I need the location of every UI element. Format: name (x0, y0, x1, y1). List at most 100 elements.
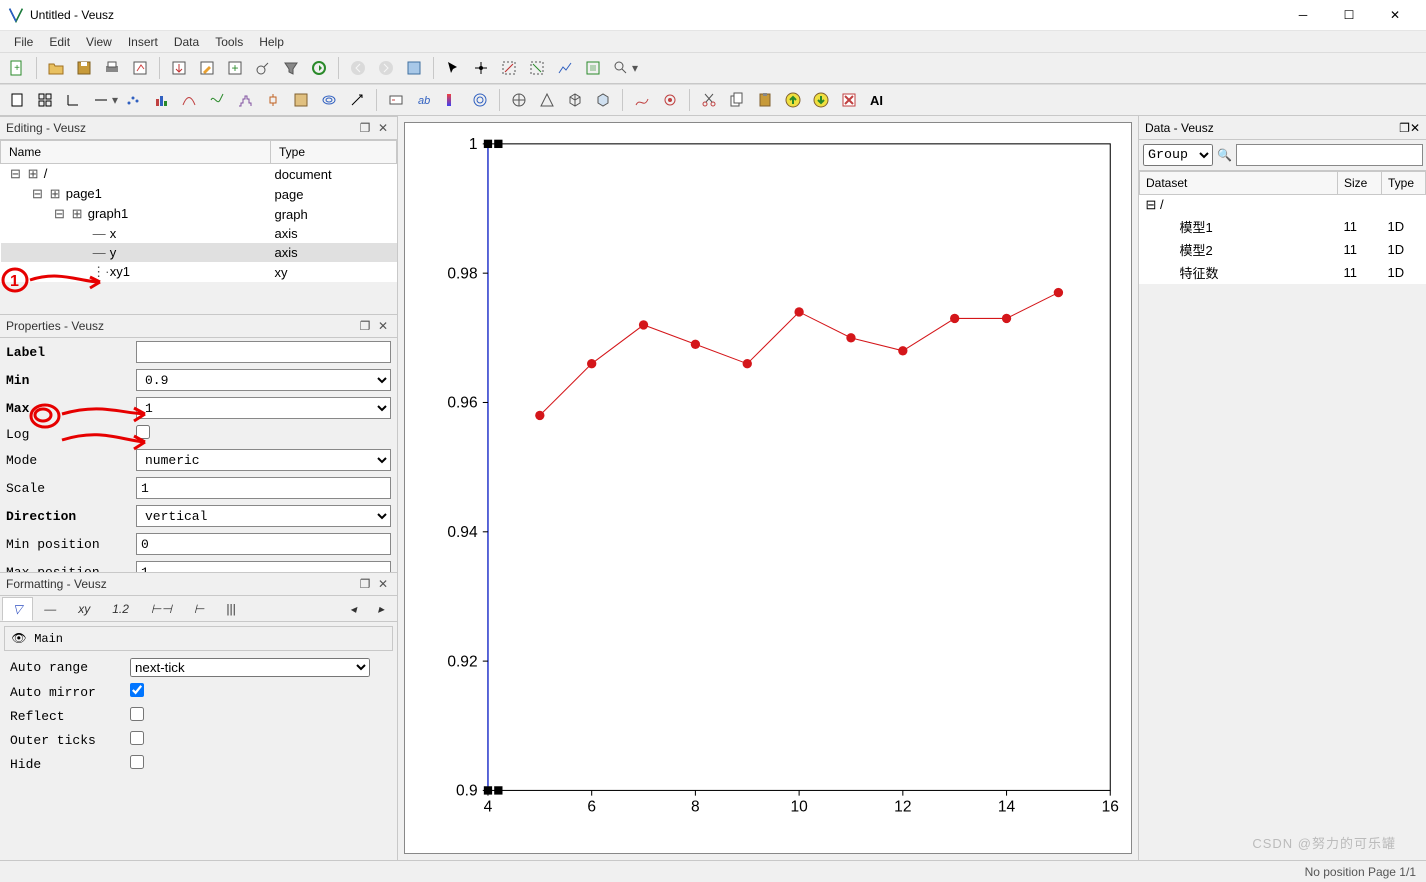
editing-undock-icon[interactable]: ❐ (357, 120, 373, 136)
maximize-button[interactable]: ☐ (1326, 0, 1372, 30)
add-xy-button[interactable] (120, 87, 146, 113)
add-grid-button[interactable] (32, 87, 58, 113)
data-group-select[interactable]: Group (1143, 144, 1213, 166)
menu-insert[interactable]: Insert (120, 33, 166, 51)
minimize-button[interactable]: ─ (1280, 0, 1326, 30)
add-axis-button[interactable] (88, 87, 114, 113)
prop-Max-select[interactable]: 1 (136, 397, 391, 419)
add-image-button[interactable] (288, 87, 314, 113)
new-doc-button[interactable]: + (4, 55, 30, 81)
reset-zoom-button[interactable] (580, 55, 606, 81)
add-colorbar-button[interactable] (439, 87, 465, 113)
data-col-type[interactable]: Type (1382, 172, 1426, 195)
dataset-row[interactable]: 特征数111D (1140, 261, 1426, 284)
tree-row-x[interactable]: — xaxis (1, 224, 397, 243)
prop-Direction-select[interactable]: vertical (136, 505, 391, 527)
zoom-graph-button[interactable] (496, 55, 522, 81)
delete-button[interactable] (836, 87, 862, 113)
menu-tools[interactable]: Tools (207, 33, 251, 51)
chart-canvas[interactable]: 468101214160.90.920.940.960.981 (405, 123, 1131, 853)
fmt-tab-line[interactable]: — (33, 597, 67, 621)
dataset-table[interactable]: Dataset Size Type ⊟ /模型1111D模型2111D特征数11… (1139, 171, 1426, 284)
export-button[interactable] (127, 55, 153, 81)
fmt-tab-label[interactable]: xy (67, 597, 101, 621)
data-col-size[interactable]: Size (1338, 172, 1382, 195)
next-page-button[interactable] (373, 55, 399, 81)
fmt-Reflect-check[interactable] (130, 707, 144, 721)
add-function-button[interactable] (204, 87, 230, 113)
zoom-dropdown-icon[interactable]: ▾ (632, 61, 638, 75)
editing-close-icon[interactable]: ✕ (375, 120, 391, 136)
add-ternary-button[interactable] (534, 87, 560, 113)
formatting-undock-icon[interactable]: ❐ (357, 576, 373, 592)
open-button[interactable] (43, 55, 69, 81)
move-up-button[interactable] (780, 87, 806, 113)
add-label-button[interactable]: ab (411, 87, 437, 113)
capture-button[interactable] (250, 55, 276, 81)
fmt-Outer ticks-check[interactable] (130, 731, 144, 745)
data-undock-icon[interactable]: ❐ (1399, 121, 1410, 135)
read-point-button[interactable] (468, 55, 494, 81)
prev-page-button[interactable] (345, 55, 371, 81)
add-page-button[interactable] (4, 87, 30, 113)
add-histogram-button[interactable] (232, 87, 258, 113)
select-tool-button[interactable] (440, 55, 466, 81)
tree-row-y[interactable]: — yaxis (1, 243, 397, 262)
tree-col-name[interactable]: Name (1, 141, 271, 164)
add-file-button[interactable] (657, 87, 683, 113)
fmt-tab-main[interactable]: ▽ (2, 597, 33, 621)
filter-button[interactable] (278, 55, 304, 81)
prop-Mode-select[interactable]: numeric (136, 449, 391, 471)
fmt-Hide-check[interactable] (130, 755, 144, 769)
axis-dropdown-icon[interactable]: ▾ (112, 93, 118, 107)
tree-col-type[interactable]: Type (271, 141, 397, 164)
data-close-icon[interactable]: ✕ (1410, 121, 1420, 135)
eye-icon[interactable]: 👁 (11, 631, 27, 646)
copy-button[interactable] (724, 87, 750, 113)
widget-tree[interactable]: Name Type ⊟ ⊞ /document⊟ ⊞ page1page⊟ ⊞ … (0, 140, 397, 282)
add-vector-button[interactable] (344, 87, 370, 113)
menu-view[interactable]: View (78, 33, 120, 51)
fmt-tab-ticklabels[interactable]: 1.2 (101, 597, 140, 621)
add-covariance-button[interactable] (467, 87, 493, 113)
add-key-button[interactable] (383, 87, 409, 113)
reload-button[interactable] (306, 55, 332, 81)
fmt-tab-gridlines[interactable]: ||| (215, 597, 246, 621)
fmt-tab-minorticks[interactable]: ⊢ (183, 597, 215, 621)
data-col-dataset[interactable]: Dataset (1140, 172, 1338, 195)
menu-edit[interactable]: Edit (41, 33, 78, 51)
import-data-button[interactable] (166, 55, 192, 81)
cut-button[interactable] (696, 87, 722, 113)
prop-Min position-input[interactable] (136, 533, 391, 555)
fmt-Auto mirror-check[interactable] (130, 683, 144, 697)
prop-Label-input[interactable] (136, 341, 391, 363)
fmt-tab-majorticks[interactable]: ⊢⊣ (140, 597, 183, 621)
print-button[interactable] (99, 55, 125, 81)
zoom-menu-button[interactable] (608, 55, 634, 81)
properties-undock-icon[interactable]: ❐ (357, 318, 373, 334)
prop-Scale-input[interactable] (136, 477, 391, 499)
fmt-tab-scroll-right[interactable]: ▸ (367, 597, 395, 621)
view-fullscreen-button[interactable] (401, 55, 427, 81)
dataset-row[interactable]: 模型1111D (1140, 215, 1426, 238)
prop-Max position-input[interactable] (136, 561, 391, 572)
menu-data[interactable]: Data (166, 33, 207, 51)
add-bar-button[interactable] (148, 87, 174, 113)
tree-row-/[interactable]: ⊟ ⊞ /document (1, 164, 397, 185)
edit-data-button[interactable] (194, 55, 220, 81)
move-down-button[interactable] (808, 87, 834, 113)
recenter-button[interactable] (552, 55, 578, 81)
dataset-root[interactable]: ⊟ / (1140, 195, 1426, 216)
menu-help[interactable]: Help (251, 33, 292, 51)
create-data-button[interactable]: + (222, 55, 248, 81)
add-graph-button[interactable] (60, 87, 86, 113)
tree-row-graph1[interactable]: ⊟ ⊞ graph1graph (1, 204, 397, 224)
tree-row-xy1[interactable]: ⋮· xy1xy (1, 262, 397, 282)
close-button[interactable]: ✕ (1372, 0, 1418, 30)
add-3dgraph-button[interactable] (590, 87, 616, 113)
add-polar-button[interactable] (506, 87, 532, 113)
fmt-Auto range-select[interactable]: next-tick (130, 658, 370, 677)
formatting-close-icon[interactable]: ✕ (375, 576, 391, 592)
add-fit-button[interactable] (176, 87, 202, 113)
add-contour-button[interactable] (316, 87, 342, 113)
